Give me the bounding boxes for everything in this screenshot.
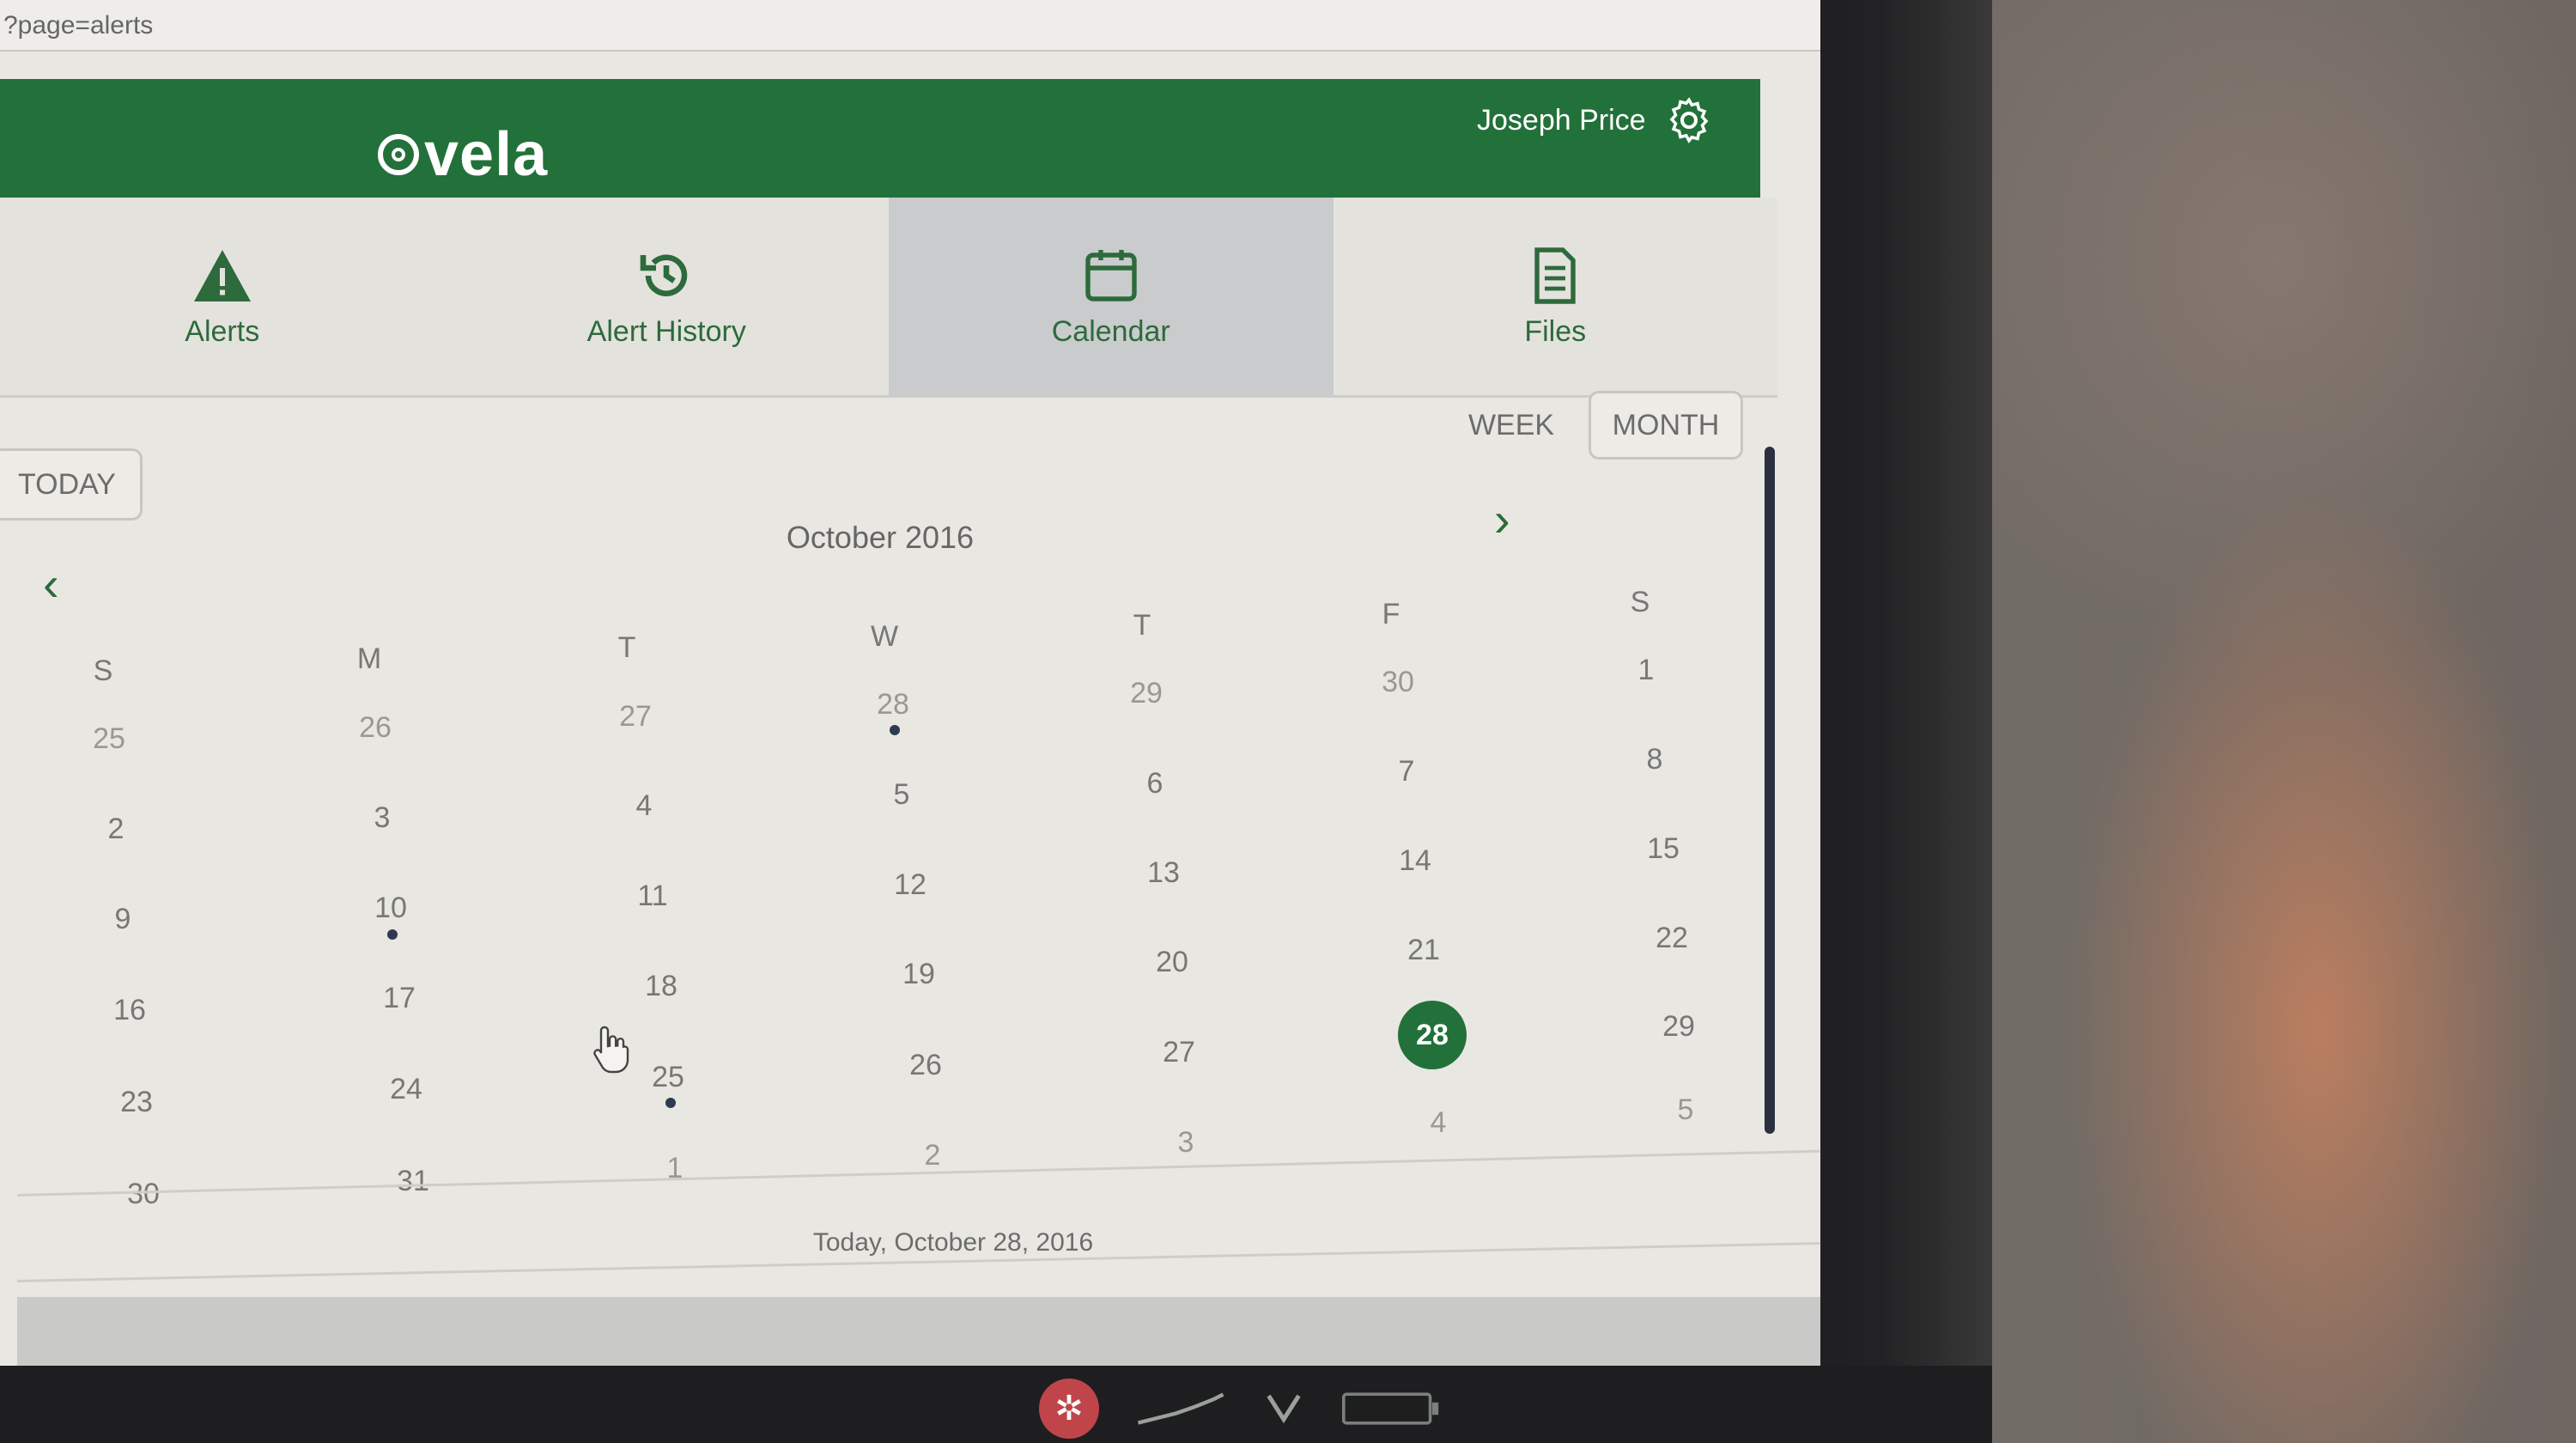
app-logo[interactable]: vela [378, 120, 548, 189]
calendar-day[interactable]: 29 [1640, 1001, 1717, 1052]
user-name: Joseph Price [1477, 103, 1646, 137]
url-text: ?page=alerts [3, 11, 154, 40]
address-bar[interactable]: ?page=alerts [0, 0, 1820, 52]
calendar-day[interactable]: 1 [1607, 644, 1685, 696]
today-date-label: Today, October 28, 2016 [812, 1228, 1094, 1257]
weekday-header: S [93, 655, 113, 687]
calendar-day[interactable]: 25 [70, 713, 148, 764]
calendar-day[interactable]: 12 [872, 859, 949, 910]
history-icon [640, 253, 688, 296]
month-title: October 2016 [786, 520, 975, 555]
calendar-day[interactable]: 9 [84, 893, 161, 945]
gear-icon[interactable] [1663, 94, 1715, 146]
calendar-day[interactable]: 5 [863, 769, 940, 820]
weekday-header: M [356, 642, 382, 675]
calendar-day[interactable]: 25 [629, 1051, 707, 1103]
calendar-day[interactable]: 4 [1400, 1097, 1477, 1148]
calendar-day[interactable]: 28 [854, 679, 932, 730]
calendar-day[interactable]: 26 [887, 1039, 964, 1091]
calendar-day[interactable]: 31 [374, 1155, 452, 1207]
month-view-button[interactable]: MONTH [1589, 391, 1743, 460]
calendar-day[interactable]: 8 [1616, 734, 1693, 785]
vertical-scrollbar[interactable] [1765, 447, 1775, 1134]
calendar-day[interactable]: 4 [605, 780, 683, 831]
taskbar: ✲ [1039, 1374, 1812, 1443]
calendar-day[interactable]: 1 [636, 1142, 714, 1194]
calendar-day[interactable]: 30 [1359, 656, 1437, 708]
selected-day-28[interactable]: 28 [1398, 1001, 1467, 1069]
calendar-day[interactable]: 6 [1116, 758, 1194, 809]
event-dot [387, 929, 398, 940]
weekday-header: T [617, 631, 636, 664]
calendar-day[interactable]: 3 [343, 792, 421, 843]
signal-graph-icon[interactable] [1133, 1387, 1228, 1430]
event-dot [665, 1098, 676, 1108]
hand-cursor-icon [593, 1026, 629, 1074]
footer-band [17, 1297, 1820, 1366]
calendar-day[interactable]: 27 [597, 691, 674, 742]
calendar-day[interactable]: 3 [1147, 1117, 1224, 1168]
calendar-day[interactable]: 20 [1133, 936, 1211, 988]
calendar-day[interactable]: 11 [614, 870, 691, 922]
next-month-chevron-icon[interactable]: › [1494, 496, 1510, 544]
tab-calendar-label: Calendar [1051, 314, 1170, 348]
calendar-day[interactable]: 15 [1625, 823, 1702, 874]
tab-alert-history-label: Alert History [586, 314, 746, 348]
tab-files-label: Files [1524, 314, 1587, 348]
calendar-icon [1085, 249, 1137, 301]
weekday-header: F [1382, 598, 1400, 630]
file-icon [1534, 247, 1576, 304]
monitor-screen: ?page=alerts vela Joseph Price Alerts Al… [0, 0, 1820, 1366]
event-dot [890, 725, 900, 735]
tab-calendar[interactable]: Calendar [889, 198, 1334, 395]
wifi-icon[interactable] [1262, 1387, 1305, 1430]
calendar-day[interactable]: 5 [1647, 1084, 1724, 1136]
weekday-header: S [1630, 586, 1650, 618]
calendar-day[interactable]: 14 [1376, 835, 1454, 886]
calendar-day[interactable]: 21 [1385, 924, 1462, 976]
today-button[interactable]: TODAY [0, 448, 143, 521]
calendar-day[interactable]: 10 [352, 882, 429, 934]
weekday-header: T [1133, 609, 1151, 642]
calendar-day[interactable]: 18 [623, 960, 700, 1012]
weekday-header: W [870, 620, 899, 653]
calendar-day[interactable]: 7 [1368, 746, 1445, 797]
calendar-day[interactable]: 29 [1108, 667, 1185, 719]
calendar-day[interactable]: 13 [1125, 847, 1202, 898]
week-view-button[interactable]: WEEK [1451, 395, 1571, 455]
alert-triangle-icon [193, 249, 251, 301]
main-nav: Alerts Alert History Calendar Files [0, 198, 1777, 398]
calendar-day[interactable]: 19 [880, 948, 957, 1000]
tab-alert-history[interactable]: Alert History [445, 198, 890, 395]
calendar-day[interactable]: 23 [98, 1076, 175, 1128]
calendar-day[interactable]: 26 [337, 702, 414, 753]
calendar-day[interactable]: 22 [1633, 912, 1710, 964]
calendar-day[interactable]: 16 [91, 984, 168, 1036]
battery-icon[interactable] [1340, 1387, 1443, 1430]
tab-files[interactable]: Files [1334, 198, 1778, 395]
calendar-day[interactable]: 2 [77, 803, 155, 855]
calendar-day[interactable]: 24 [368, 1063, 445, 1115]
tab-alerts-label: Alerts [185, 314, 260, 348]
user-menu[interactable]: Joseph Price [1477, 94, 1715, 146]
prev-month-chevron-icon[interactable]: ‹ [43, 560, 59, 608]
taskbar-app-icon[interactable]: ✲ [1039, 1379, 1099, 1439]
vela-logo-icon [378, 134, 419, 175]
calendar-day[interactable]: 17 [361, 972, 438, 1024]
calendar-day[interactable]: 27 [1140, 1026, 1218, 1078]
logo-text: vela [424, 120, 549, 189]
tab-alerts[interactable]: Alerts [0, 198, 445, 395]
